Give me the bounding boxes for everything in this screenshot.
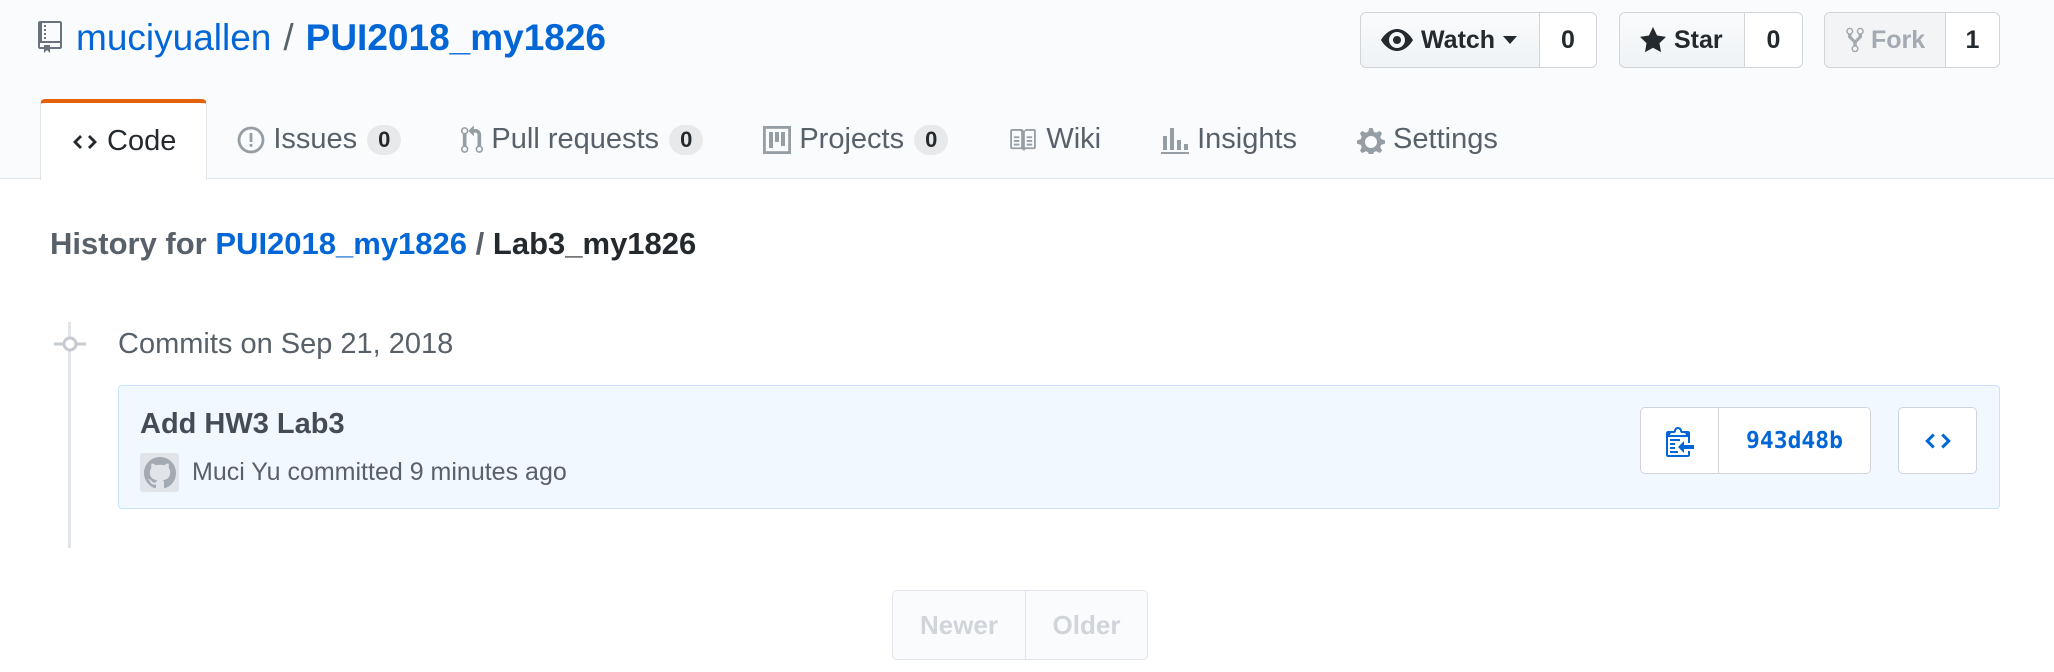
git-commit-icon bbox=[54, 332, 86, 356]
graph-icon bbox=[1161, 126, 1197, 154]
tab-projects-label: Projects bbox=[799, 123, 905, 155]
repo-name-link[interactable]: PUI2018_my1826 bbox=[306, 17, 606, 59]
tab-pull-requests-label: Pull requests bbox=[491, 123, 660, 155]
commit-meta: Muci Yu committed 9 minutes ago bbox=[192, 458, 567, 487]
code-icon bbox=[71, 132, 107, 152]
tab-settings-label: Settings bbox=[1393, 123, 1498, 155]
watch-label: Watch bbox=[1421, 25, 1496, 54]
project-icon bbox=[763, 125, 799, 154]
tab-wiki-label: Wiki bbox=[1046, 123, 1102, 155]
tab-pull-requests[interactable]: Pull requests 0 bbox=[431, 99, 733, 180]
eye-icon bbox=[1381, 29, 1421, 51]
history-path-separator: / bbox=[475, 226, 485, 261]
copy-sha-button[interactable] bbox=[1640, 407, 1719, 474]
repo-book-icon bbox=[38, 21, 64, 55]
older-button[interactable]: Older bbox=[1026, 590, 1148, 660]
watch-action-group: Watch 0 bbox=[1360, 12, 1597, 68]
book-icon bbox=[1008, 128, 1046, 151]
history-repo-link[interactable]: PUI2018_my1826 bbox=[215, 226, 467, 261]
star-button[interactable]: Star bbox=[1619, 12, 1745, 68]
tab-wiki[interactable]: Wiki bbox=[978, 99, 1131, 180]
star-action-group: Star 0 bbox=[1619, 12, 1803, 68]
tab-settings[interactable]: Settings bbox=[1327, 99, 1528, 180]
tab-insights[interactable]: Insights bbox=[1131, 99, 1327, 180]
fork-count[interactable]: 1 bbox=[1946, 12, 2000, 68]
repo-title-separator: / bbox=[283, 17, 294, 58]
tab-projects[interactable]: Projects 0 bbox=[733, 99, 978, 180]
pull-requests-counter: 0 bbox=[669, 124, 704, 155]
repo-owner-link[interactable]: muciyuallen bbox=[76, 17, 271, 59]
fork-action-group: Fork 1 bbox=[1824, 12, 2000, 68]
pull-request-icon bbox=[461, 124, 491, 155]
history-heading: History for PUI2018_my1826 / Lab3_my1826 bbox=[50, 226, 696, 262]
history-prefix: History for bbox=[50, 226, 207, 261]
tab-issues-label: Issues bbox=[273, 123, 358, 155]
repo-header: muciyuallen / PUI2018_my1826 Watch 0 Sta… bbox=[0, 0, 2054, 180]
commit-group-date: Commits on Sep 21, 2018 bbox=[118, 328, 454, 360]
commit-sha-link[interactable]: 943d48b bbox=[1719, 407, 1871, 474]
star-count[interactable]: 0 bbox=[1745, 12, 1803, 68]
chevron-down-icon bbox=[1503, 36, 1525, 44]
tab-code-label: Code bbox=[107, 125, 177, 157]
fork-icon bbox=[1845, 26, 1871, 54]
repo-title: muciyuallen / PUI2018_my1826 bbox=[38, 14, 606, 62]
avatar[interactable] bbox=[140, 453, 179, 492]
fork-button[interactable]: Fork bbox=[1824, 12, 1946, 68]
star-label: Star bbox=[1674, 25, 1723, 54]
star-icon bbox=[1640, 27, 1674, 53]
commit-time: 9 minutes ago bbox=[409, 458, 567, 486]
fork-label: Fork bbox=[1871, 25, 1926, 54]
commit-sha-group: 943d48b bbox=[1640, 407, 1871, 474]
watch-button[interactable]: Watch bbox=[1360, 12, 1540, 68]
watch-count[interactable]: 0 bbox=[1540, 12, 1597, 68]
issues-counter: 0 bbox=[367, 124, 402, 155]
projects-counter: 0 bbox=[914, 124, 949, 155]
tab-insights-label: Insights bbox=[1197, 123, 1298, 155]
browse-repo-button[interactable] bbox=[1898, 407, 1977, 474]
clippy-icon bbox=[1665, 425, 1694, 457]
commit-author-link[interactable]: Muci Yu bbox=[192, 458, 280, 486]
code-icon bbox=[1923, 430, 1953, 452]
gear-icon bbox=[1357, 126, 1393, 154]
commit-title-link[interactable]: Add HW3 Lab3 bbox=[140, 408, 345, 441]
newer-button[interactable]: Newer bbox=[892, 590, 1026, 660]
tab-issues[interactable]: Issues 0 bbox=[207, 99, 431, 180]
commit-item: Add HW3 Lab3 Muci Yu committed 9 minutes… bbox=[118, 385, 2000, 509]
issue-icon bbox=[237, 126, 273, 154]
commit-action-text: committed bbox=[287, 458, 403, 486]
tab-code[interactable]: Code bbox=[40, 99, 208, 180]
repo-nav-tabs: Code Issues 0 Pull requests 0 Projects 0 bbox=[40, 99, 1528, 180]
history-path: Lab3_my1826 bbox=[492, 226, 697, 261]
pagination: Newer Older bbox=[892, 590, 1148, 660]
